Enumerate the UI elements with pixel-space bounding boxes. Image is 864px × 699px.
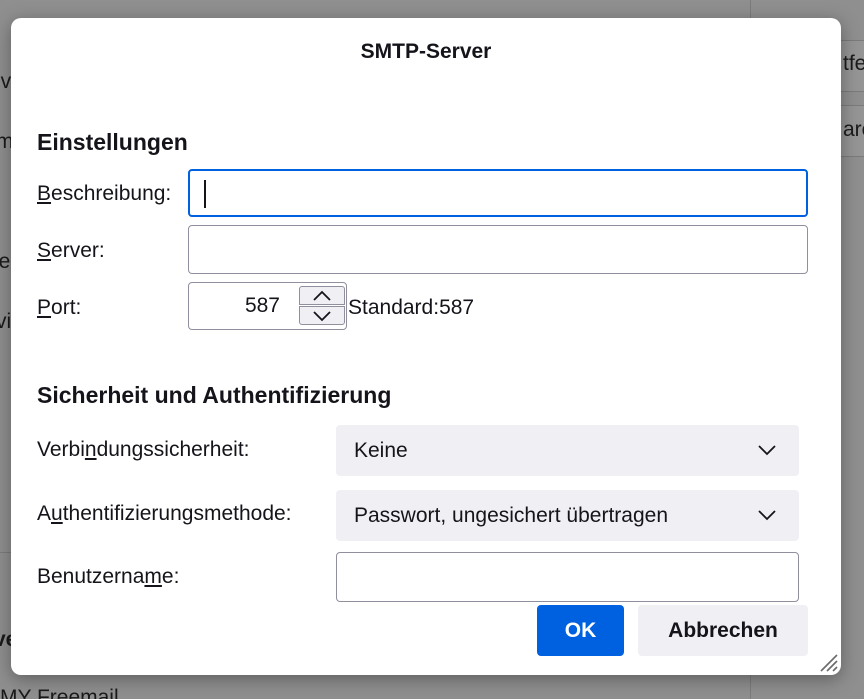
resize-grip-icon[interactable] [813,647,839,673]
ok-button[interactable]: OK [537,605,624,656]
description-input[interactable] [188,169,808,217]
cancel-button[interactable]: Abbrechen [638,605,808,656]
server-label: Server: [37,239,105,262]
background-text: iv [0,70,12,93]
username-input[interactable] [336,552,799,602]
username-label: Benutzername: [37,565,180,588]
smtp-server-dialog: SMTP-Server Einstellungen Beschreibung: … [11,18,841,675]
connection-security-select[interactable]: Keine [336,425,799,476]
port-default-text: Standard:587 [348,296,475,319]
text-caret [204,180,206,208]
port-value: 587 [244,294,280,317]
server-input[interactable] [188,225,808,274]
auth-method-select[interactable]: Passwort, ungesichert übertragen [336,490,799,541]
background-text: MY Freemail [0,686,119,699]
auth-method-value: Passwort, ungesichert übertragen [354,503,669,527]
dialog-title: SMTP-Server [360,40,492,63]
chevron-down-icon [758,509,776,520]
chevron-down-icon [313,310,331,321]
background-text: tfe [843,52,864,75]
port-stepper [299,286,345,326]
port-label: Port: [37,296,82,319]
port-decrement-button[interactable] [299,306,345,325]
auth-method-label: Authentifizierungsmethode: [37,502,292,525]
background-text: vi [0,310,12,333]
chevron-down-icon [758,444,776,455]
background-text: le [0,250,11,273]
port-increment-button[interactable] [299,286,345,305]
description-label: Beschreibung: [37,182,172,205]
connection-security-label: Verbindungssicherheit: [37,438,250,461]
settings-heading: Einstellungen [37,129,188,155]
security-heading: Sicherheit und Authentifizierung [37,382,392,408]
connection-security-value: Keine [354,438,408,462]
port-input[interactable]: 587 [188,282,347,330]
background-text: arc [843,118,864,141]
chevron-up-icon [313,290,331,301]
